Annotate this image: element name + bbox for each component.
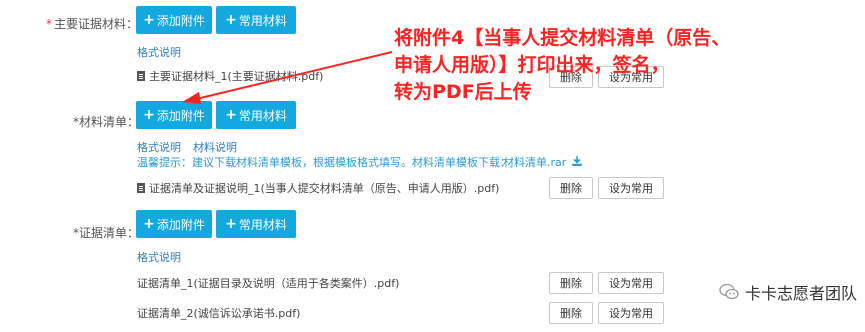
plus-icon: + — [143, 216, 155, 232]
add-button-label: 添加附件 — [156, 108, 205, 123]
main-materials-format-link[interactable]: 格式说明 — [137, 44, 181, 60]
file-name: 主要证据材料_1(主要证据材料.pdf) — [149, 70, 324, 83]
plus-icon: + — [225, 216, 237, 232]
main-materials-file: 主要证据材料_1(主要证据材料.pdf) — [137, 68, 323, 84]
evidence-list-delete-button[interactable]: 删除 — [549, 302, 593, 324]
annotation-line-3: 转为PDF后上传 — [394, 81, 532, 103]
watermark: 卡卡志愿者团队 — [719, 280, 857, 304]
evidence-list-add-button[interactable]: + 添加附件 — [136, 210, 212, 238]
file-name: 证据清单_2(诚信诉讼承诺书.pdf) — [137, 307, 301, 320]
required-mark: * — [46, 17, 52, 31]
material-list-delete-button[interactable]: 删除 — [549, 177, 593, 199]
main-materials-label: * 主要证据材料： — [46, 15, 138, 32]
material-list-material-link[interactable]: 材料说明 — [193, 139, 237, 155]
watermark-text: 卡卡志愿者团队 — [744, 284, 857, 303]
file-name: 证据清单及证据说明_1(当事人提交材料清单（原告、申请人用版）.pdf) — [149, 182, 500, 195]
file-icon — [137, 183, 145, 193]
add-button-label: 添加附件 — [156, 217, 205, 232]
add-button-label: 添加附件 — [156, 13, 205, 28]
common-button-label: 常用材料 — [238, 108, 287, 123]
download-icon — [572, 156, 582, 169]
annotation-line-1: 将附件4【当事人提交材料清单（原告、 — [394, 27, 731, 49]
material-list-set-common-button[interactable]: 设为常用 — [598, 177, 664, 199]
main-materials-common-button[interactable]: + 常用材料 — [216, 6, 296, 34]
evidence-list-format-link[interactable]: 格式说明 — [137, 249, 181, 265]
main-materials-label-text: 主要证据材料： — [54, 17, 139, 31]
material-list-template-link[interactable]: 材料清单.rar — [503, 154, 582, 170]
wechat-icon — [719, 283, 739, 300]
evidence-list-file: 证据清单_2(诚信诉讼承诺书.pdf) — [137, 305, 300, 321]
material-list-common-button[interactable]: + 常用材料 — [216, 101, 296, 129]
file-name: 证据清单_1(证据目录及说明（适用于各类案件）.pdf) — [137, 277, 400, 290]
evidence-list-delete-button[interactable]: 删除 — [549, 272, 593, 294]
evidence-list-file: 证据清单_1(证据目录及说明（适用于各类案件）.pdf) — [137, 275, 399, 291]
material-list-file: 证据清单及证据说明_1(当事人提交材料清单（原告、申请人用版）.pdf) — [137, 180, 499, 196]
evidence-list-label: *证据清单： — [73, 226, 140, 240]
main-materials-add-button[interactable]: + 添加附件 — [136, 6, 212, 34]
plus-icon: + — [143, 107, 155, 123]
material-list-add-button[interactable]: + 添加附件 — [136, 101, 212, 129]
plus-icon: + — [143, 12, 155, 28]
material-list-label: *材料清单： — [73, 115, 140, 129]
common-button-label: 常用材料 — [238, 13, 287, 28]
material-list-tip: 温馨提示：建议下载材料清单模板，根据模板格式填写。材料清单模板下载： — [137, 156, 511, 169]
evidence-list-set-common-button[interactable]: 设为常用 — [598, 302, 664, 324]
common-button-label: 常用材料 — [238, 217, 287, 232]
plus-icon: + — [225, 107, 237, 123]
material-list-format-link[interactable]: 格式说明 — [137, 139, 181, 155]
evidence-list-common-button[interactable]: + 常用材料 — [216, 210, 296, 238]
file-icon — [137, 71, 145, 81]
evidence-list-set-common-button[interactable]: 设为常用 — [598, 272, 664, 294]
annotation-line-2: 申请人用版）】打印出来，签名， — [394, 54, 670, 76]
plus-icon: + — [225, 12, 237, 28]
template-link-text: 材料清单.rar — [503, 156, 567, 169]
